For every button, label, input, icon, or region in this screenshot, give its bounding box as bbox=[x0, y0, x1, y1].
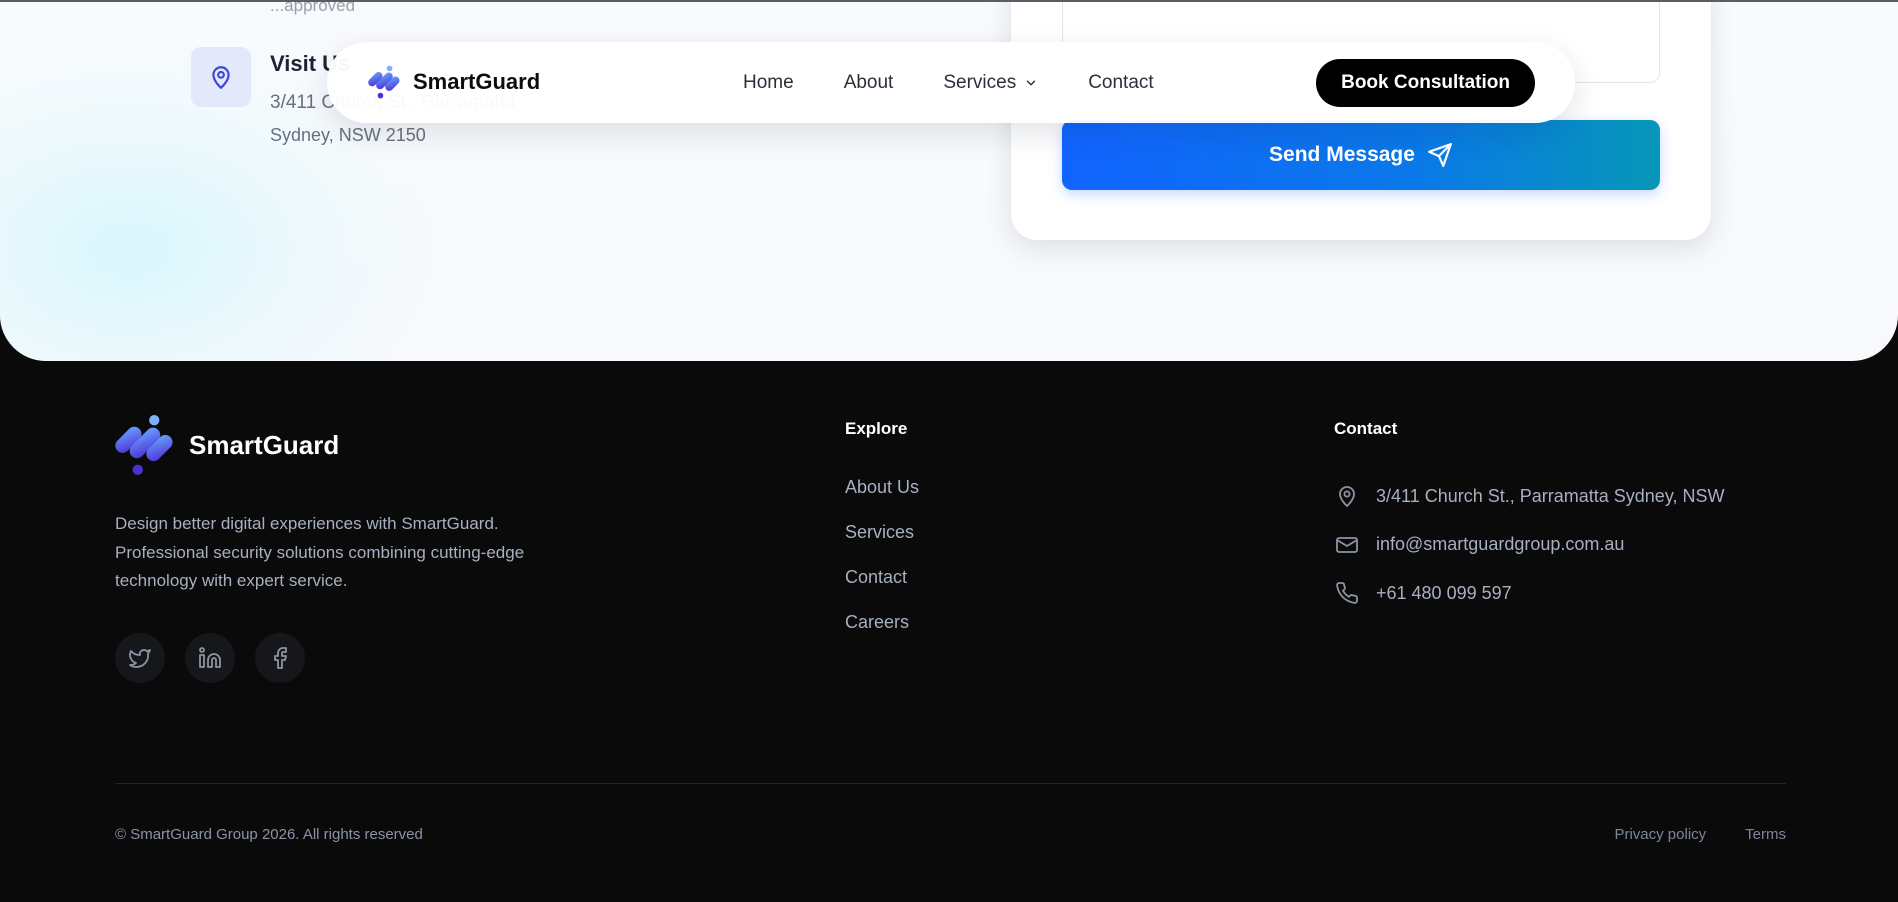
phone-icon bbox=[1336, 582, 1358, 605]
terms-link[interactable]: Terms bbox=[1745, 826, 1786, 843]
contact-phone[interactable]: +61 480 099 597 bbox=[1334, 569, 1724, 618]
linkedin-link[interactable] bbox=[185, 633, 235, 683]
explore-link-services[interactable]: Services bbox=[845, 521, 919, 566]
footer-logo[interactable]: SmartGuard bbox=[115, 414, 339, 476]
explore-list: About Us Services Contact Careers bbox=[845, 476, 919, 656]
explore-title: Explore bbox=[845, 419, 908, 438]
nav-link-home[interactable]: Home bbox=[743, 72, 794, 94]
faded-text: ...approved bbox=[270, 0, 356, 15]
nav-brand-name: SmartGuard bbox=[413, 69, 541, 94]
linkedin-icon bbox=[199, 647, 221, 668]
book-consultation-button[interactable]: Book Consultation bbox=[1316, 59, 1535, 107]
contact-address: 3/411 Church St., Parramatta Sydney, NSW bbox=[1334, 472, 1724, 521]
explore-link-careers[interactable]: Careers bbox=[845, 611, 919, 656]
nav-links: Home About Services Contact bbox=[743, 72, 1204, 94]
visit-address-line2: Sydney, NSW 2150 bbox=[270, 125, 426, 145]
legal-links: Privacy policy Terms bbox=[1614, 826, 1786, 843]
twitter-icon bbox=[129, 649, 151, 668]
nav-link-home-label: Home bbox=[743, 72, 794, 93]
nav-link-contact-label: Contact bbox=[1088, 72, 1154, 93]
contact-email-text: info@smartguardgroup.com.au bbox=[1376, 534, 1625, 555]
map-pin-icon bbox=[1339, 486, 1355, 508]
top-divider bbox=[0, 0, 1898, 2]
twitter-link[interactable] bbox=[115, 633, 165, 683]
contact-title: Contact bbox=[1334, 419, 1398, 438]
chevron-down-icon bbox=[1027, 80, 1036, 86]
explore-link-about-us[interactable]: About Us bbox=[845, 476, 919, 521]
map-pin-icon bbox=[212, 66, 230, 89]
send-message-button[interactable]: Send Message bbox=[1062, 120, 1660, 190]
visit-icon-tile bbox=[191, 47, 251, 107]
nav-link-contact[interactable]: Contact bbox=[1088, 72, 1153, 94]
contact-list: 3/411 Church St., Parramatta Sydney, NSW… bbox=[1334, 472, 1724, 618]
smartguard-logo-icon bbox=[115, 415, 173, 475]
mail-icon bbox=[1336, 536, 1358, 553]
contact-address-text: 3/411 Church St., Parramatta Sydney, NSW bbox=[1376, 485, 1725, 506]
footer-brand-name: SmartGuard bbox=[189, 429, 340, 460]
footer-description: Design better digital experiences with S… bbox=[115, 514, 525, 590]
facebook-icon bbox=[274, 647, 287, 669]
contact-email[interactable]: info@smartguardgroup.com.au bbox=[1334, 521, 1724, 570]
facebook-link[interactable] bbox=[255, 633, 305, 683]
nav-link-services[interactable]: Services bbox=[943, 72, 1038, 94]
smartguard-logo-icon bbox=[368, 65, 400, 99]
copyright-text: © SmartGuard Group 2026. All rights rese… bbox=[115, 826, 423, 843]
send-paper-plane-icon bbox=[1428, 143, 1452, 167]
nav-logo[interactable]: SmartGuard bbox=[367, 65, 540, 99]
nav-link-about-label: About bbox=[843, 72, 894, 93]
social-links bbox=[115, 633, 305, 683]
footer-divider bbox=[115, 783, 1786, 784]
nav-link-about[interactable]: About bbox=[844, 72, 894, 94]
navbar: SmartGuard Home About Services Contact B… bbox=[327, 42, 1575, 123]
send-message-label: Send Message bbox=[1269, 143, 1415, 166]
nav-link-services-label: Services bbox=[943, 72, 1017, 93]
explore-link-contact[interactable]: Contact bbox=[845, 566, 919, 611]
privacy-policy-link[interactable]: Privacy policy bbox=[1614, 826, 1706, 843]
contact-phone-text: +61 480 099 597 bbox=[1376, 582, 1512, 603]
